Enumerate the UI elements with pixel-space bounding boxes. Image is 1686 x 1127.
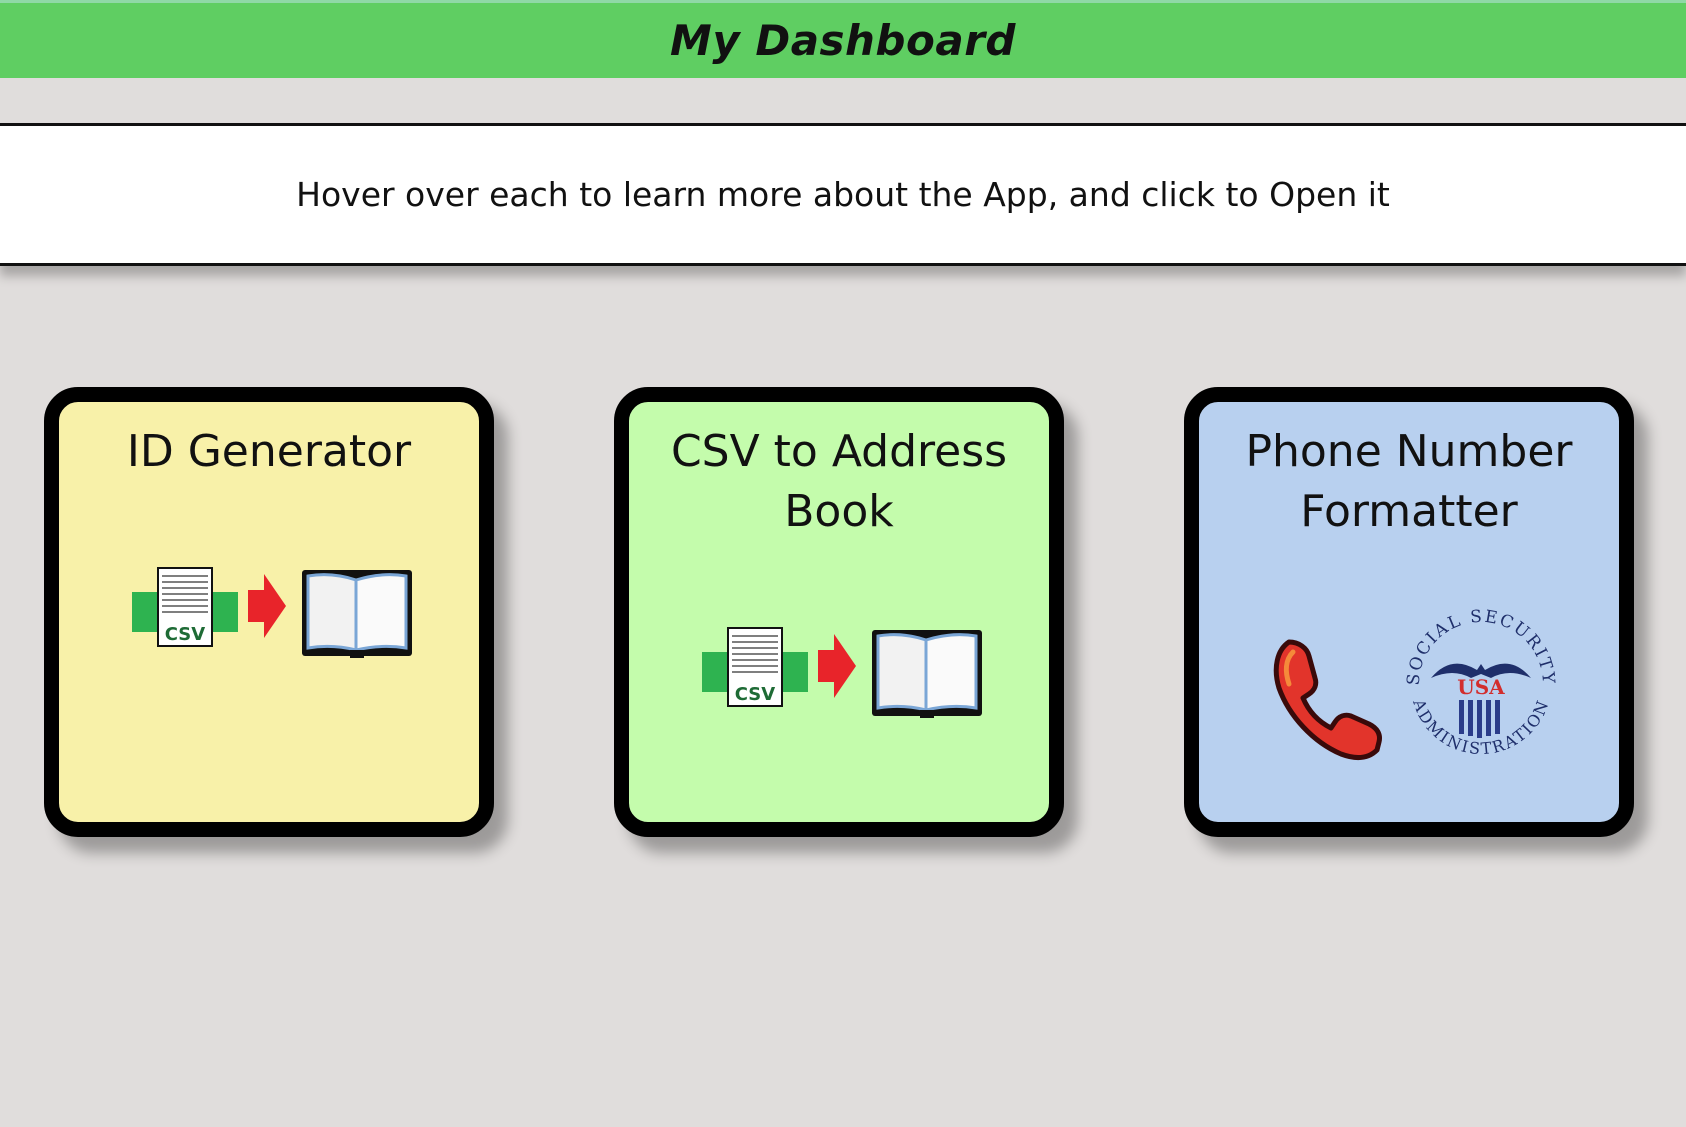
csv-file-icon: CSV	[132, 567, 238, 647]
csv-file-icon: CSV	[702, 627, 808, 707]
instructions-text: Hover over each to learn more about the …	[296, 175, 1390, 214]
svg-text:USA: USA	[1457, 675, 1505, 699]
instructions-banner: Hover over each to learn more about the …	[0, 123, 1686, 266]
card-title: ID Generator	[126, 426, 412, 477]
red-arrow-icon	[818, 634, 856, 698]
svg-text:CSV: CSV	[165, 624, 206, 645]
card-title: Phone Number Formatter	[1245, 426, 1573, 537]
card-icon-group: CSV	[59, 560, 479, 670]
csv-to-book-icon: CSV	[702, 627, 982, 718]
csv-to-book-icon: CSV	[132, 567, 412, 658]
social-security-seal-icon: SOCIAL SECURITY ADMINISTRATION USA	[1404, 607, 1557, 759]
dashboard-header: My Dashboard	[0, 0, 1686, 78]
card-icon-group: SOCIAL SECURITY ADMINISTRATION USA	[1199, 602, 1619, 772]
open-book-icon	[302, 570, 412, 658]
open-book-icon	[872, 630, 982, 718]
phone-icon	[1273, 639, 1382, 760]
app-card-id-generator[interactable]: ID Generator CSV	[44, 387, 494, 837]
card-title: CSV to Address Book	[670, 426, 1008, 537]
svg-text:CSV: CSV	[735, 684, 776, 705]
app-card-phone-number-formatter[interactable]: Phone Number Formatter SOCIAL SECURITY A…	[1184, 387, 1634, 837]
app-card-csv-to-address-book[interactable]: CSV to Address Book CSV	[614, 387, 1064, 837]
red-arrow-icon	[248, 574, 286, 638]
card-icon-group: CSV	[629, 620, 1049, 730]
phone-and-seal-icons: SOCIAL SECURITY ADMINISTRATION USA	[1273, 607, 1557, 760]
page-title: My Dashboard	[670, 16, 1016, 65]
